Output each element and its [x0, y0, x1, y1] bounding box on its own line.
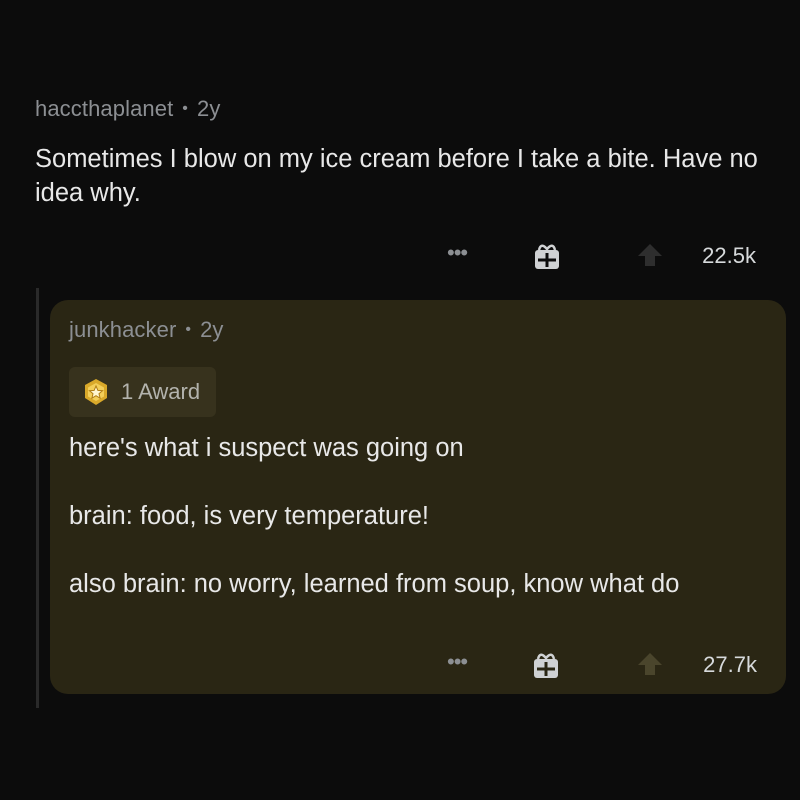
- comment-thread-screen: haccthaplanet • 2y Sometimes I blow on m…: [0, 0, 800, 800]
- top-level-comment: haccthaplanet • 2y Sometimes I blow on m…: [35, 96, 775, 269]
- more-options-button[interactable]: •••: [447, 649, 468, 675]
- gold-award-icon: [85, 379, 107, 405]
- comment-meta: haccthaplanet • 2y: [35, 96, 775, 122]
- meta-separator: •: [182, 100, 188, 117]
- highlighted-reply: junkhacker • 2y 1 Award here's what i su…: [50, 300, 786, 694]
- reply-meta: junkhacker • 2y: [69, 317, 224, 343]
- reply-paragraph: here's what i suspect was going on: [69, 434, 464, 462]
- comment-age: 2y: [197, 96, 221, 121]
- comment-body: Sometimes I blow on my ice cream before …: [35, 145, 758, 207]
- more-options-button[interactable]: •••: [447, 240, 468, 266]
- upvote-arrow-icon[interactable]: [638, 653, 662, 675]
- upvote-score: 27.7k: [703, 652, 757, 677]
- thread-line[interactable]: [36, 288, 39, 708]
- reply-paragraph: also brain: no worry, learned from soup,…: [69, 570, 680, 598]
- reply-age: 2y: [200, 317, 224, 342]
- award-label: 1 Award: [121, 379, 201, 404]
- reply-action-bar: ••• 27.7k: [50, 647, 786, 683]
- reply-paragraph: brain: food, is very temperature!: [69, 502, 430, 530]
- award-badge[interactable]: 1 Award: [69, 367, 217, 417]
- comment-username[interactable]: haccthaplanet: [35, 96, 173, 122]
- gift-icon[interactable]: [531, 650, 561, 680]
- comment-action-bar: ••• 22.5k: [35, 238, 775, 274]
- gift-icon[interactable]: [532, 241, 562, 271]
- reply-username[interactable]: junkhacker: [69, 317, 176, 343]
- upvote-score: 22.5k: [702, 243, 756, 268]
- meta-separator: •: [185, 321, 192, 338]
- upvote-arrow-icon[interactable]: [638, 244, 662, 266]
